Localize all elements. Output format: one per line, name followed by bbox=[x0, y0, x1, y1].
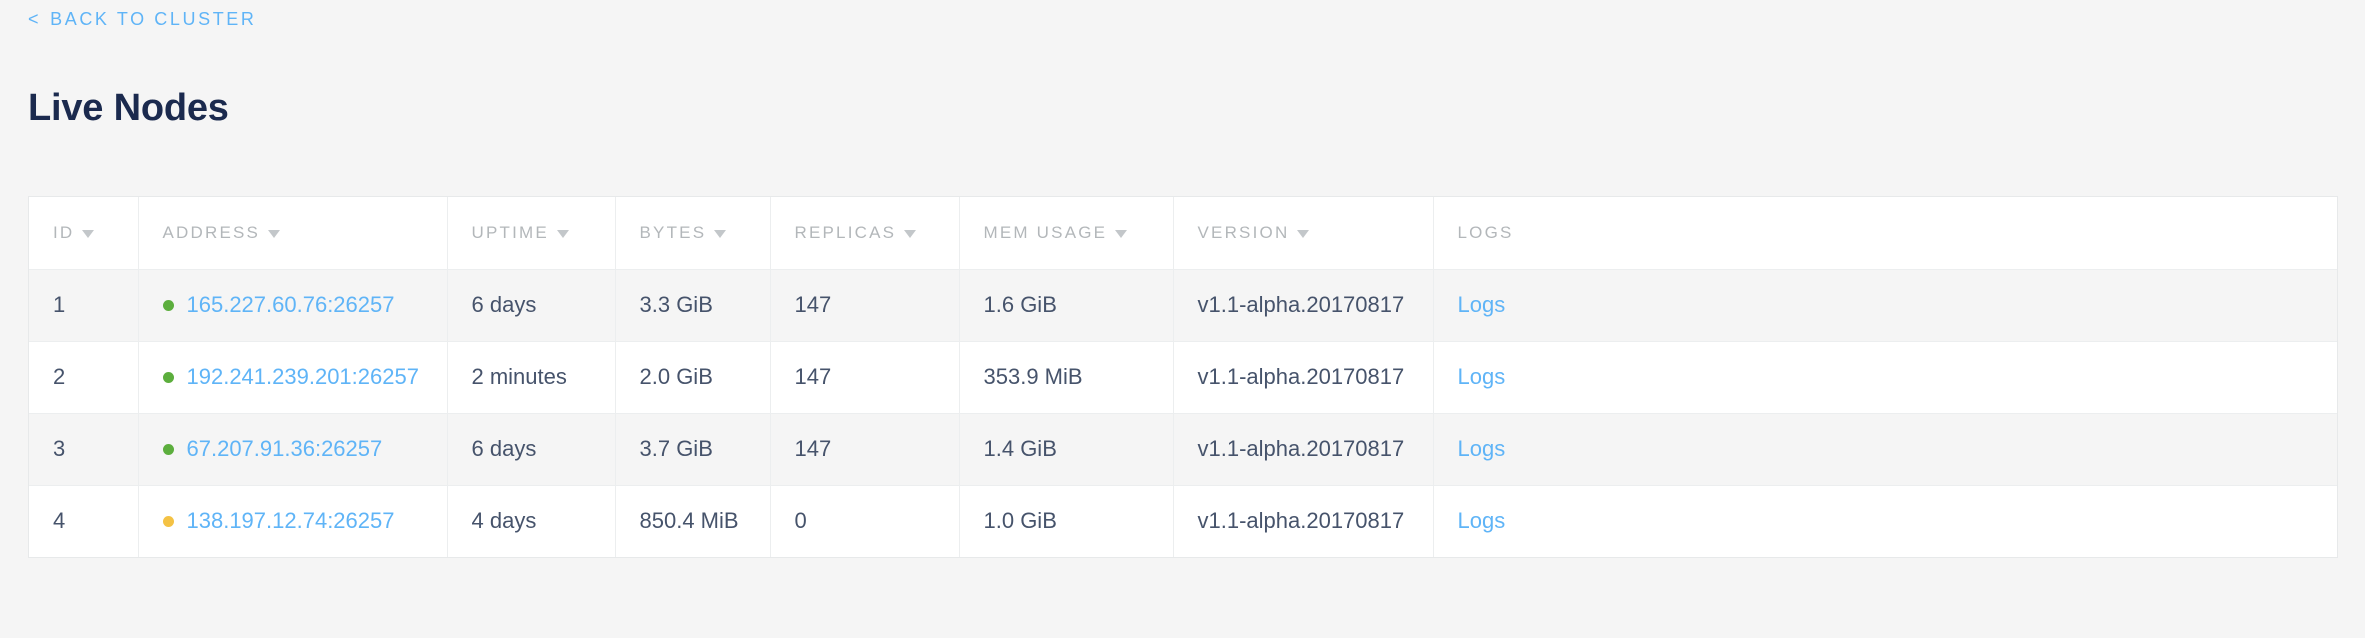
live-nodes-table: ID ADDRESS UPTIME bbox=[29, 197, 2337, 557]
caret-down-icon[interactable] bbox=[268, 230, 280, 238]
cell-address: 67.207.91.36:26257 bbox=[138, 413, 447, 485]
live-nodes-table-container: ID ADDRESS UPTIME bbox=[28, 196, 2338, 558]
table-row: 4 138.197.12.74:26257 4 days 850.4 MiB 0… bbox=[29, 485, 2337, 557]
back-to-cluster-label: BACK TO CLUSTER bbox=[50, 10, 256, 28]
node-address-link[interactable]: 192.241.239.201:26257 bbox=[187, 364, 419, 390]
caret-down-icon[interactable] bbox=[557, 230, 569, 238]
node-address-link[interactable]: 67.207.91.36:26257 bbox=[187, 436, 383, 462]
cell-address: 165.227.60.76:26257 bbox=[138, 269, 447, 341]
node-address-link[interactable]: 138.197.12.74:26257 bbox=[187, 508, 395, 534]
cell-id: 2 bbox=[29, 341, 138, 413]
cell-bytes: 2.0 GiB bbox=[615, 341, 770, 413]
cell-logs: Logs bbox=[1433, 341, 2337, 413]
cell-replicas: 147 bbox=[770, 413, 959, 485]
cell-mem-usage: 1.6 GiB bbox=[959, 269, 1173, 341]
table-row: 2 192.241.239.201:26257 2 minutes 2.0 Gi… bbox=[29, 341, 2337, 413]
cell-uptime: 4 days bbox=[447, 485, 615, 557]
logs-link[interactable]: Logs bbox=[1458, 292, 1506, 317]
cell-replicas: 0 bbox=[770, 485, 959, 557]
cell-id: 1 bbox=[29, 269, 138, 341]
cell-replicas: 147 bbox=[770, 341, 959, 413]
table-row: 3 67.207.91.36:26257 6 days 3.7 GiB 147 … bbox=[29, 413, 2337, 485]
column-header-label: ID bbox=[53, 223, 74, 243]
cell-uptime: 6 days bbox=[447, 413, 615, 485]
cell-bytes: 3.3 GiB bbox=[615, 269, 770, 341]
cell-mem-usage: 1.0 GiB bbox=[959, 485, 1173, 557]
cell-address: 192.241.239.201:26257 bbox=[138, 341, 447, 413]
table-body: 1 165.227.60.76:26257 6 days 3.3 GiB 147… bbox=[29, 269, 2337, 557]
column-header-logs: LOGS bbox=[1433, 197, 2337, 269]
column-header-address[interactable]: ADDRESS bbox=[138, 197, 447, 269]
logs-link[interactable]: Logs bbox=[1458, 508, 1506, 533]
cell-version: v1.1-alpha.20170817 bbox=[1173, 485, 1433, 557]
column-header-version[interactable]: VERSION bbox=[1173, 197, 1433, 269]
column-header-id[interactable]: ID bbox=[29, 197, 138, 269]
caret-down-icon[interactable] bbox=[1297, 230, 1309, 238]
caret-down-icon[interactable] bbox=[82, 230, 94, 238]
cell-id: 3 bbox=[29, 413, 138, 485]
cell-bytes: 3.7 GiB bbox=[615, 413, 770, 485]
caret-down-icon[interactable] bbox=[714, 230, 726, 238]
cell-uptime: 2 minutes bbox=[447, 341, 615, 413]
column-header-label: ADDRESS bbox=[163, 223, 261, 243]
cell-mem-usage: 353.9 MiB bbox=[959, 341, 1173, 413]
column-header-label: LOGS bbox=[1458, 223, 1514, 243]
column-header-label: MEM USAGE bbox=[984, 223, 1108, 243]
cell-mem-usage: 1.4 GiB bbox=[959, 413, 1173, 485]
cell-id: 4 bbox=[29, 485, 138, 557]
column-header-replicas[interactable]: REPLICAS bbox=[770, 197, 959, 269]
table-row: 1 165.227.60.76:26257 6 days 3.3 GiB 147… bbox=[29, 269, 2337, 341]
column-header-mem-usage[interactable]: MEM USAGE bbox=[959, 197, 1173, 269]
node-status-dot-icon bbox=[163, 444, 174, 455]
node-status-dot-icon bbox=[163, 300, 174, 311]
column-header-uptime[interactable]: UPTIME bbox=[447, 197, 615, 269]
table-header-row: ID ADDRESS UPTIME bbox=[29, 197, 2337, 269]
column-header-label: VERSION bbox=[1198, 223, 1290, 243]
logs-link[interactable]: Logs bbox=[1458, 436, 1506, 461]
caret-down-icon[interactable] bbox=[1115, 230, 1127, 238]
chevron-left-icon: < bbox=[28, 10, 41, 28]
column-header-label: REPLICAS bbox=[795, 223, 897, 243]
cell-address: 138.197.12.74:26257 bbox=[138, 485, 447, 557]
cell-logs: Logs bbox=[1433, 413, 2337, 485]
cell-version: v1.1-alpha.20170817 bbox=[1173, 341, 1433, 413]
node-status-dot-icon bbox=[163, 516, 174, 527]
column-header-label: UPTIME bbox=[472, 223, 549, 243]
node-address-link[interactable]: 165.227.60.76:26257 bbox=[187, 292, 395, 318]
table-header: ID ADDRESS UPTIME bbox=[29, 197, 2337, 269]
cell-bytes: 850.4 MiB bbox=[615, 485, 770, 557]
logs-link[interactable]: Logs bbox=[1458, 364, 1506, 389]
column-header-bytes[interactable]: BYTES bbox=[615, 197, 770, 269]
page-title: Live Nodes bbox=[28, 89, 229, 127]
cell-version: v1.1-alpha.20170817 bbox=[1173, 269, 1433, 341]
back-to-cluster-link[interactable]: < BACK TO CLUSTER bbox=[28, 10, 257, 28]
cell-replicas: 147 bbox=[770, 269, 959, 341]
cell-logs: Logs bbox=[1433, 269, 2337, 341]
caret-down-icon[interactable] bbox=[904, 230, 916, 238]
cell-logs: Logs bbox=[1433, 485, 2337, 557]
column-header-label: BYTES bbox=[640, 223, 707, 243]
live-nodes-page: < BACK TO CLUSTER Live Nodes ID bbox=[0, 0, 2365, 638]
cell-version: v1.1-alpha.20170817 bbox=[1173, 413, 1433, 485]
cell-uptime: 6 days bbox=[447, 269, 615, 341]
node-status-dot-icon bbox=[163, 372, 174, 383]
